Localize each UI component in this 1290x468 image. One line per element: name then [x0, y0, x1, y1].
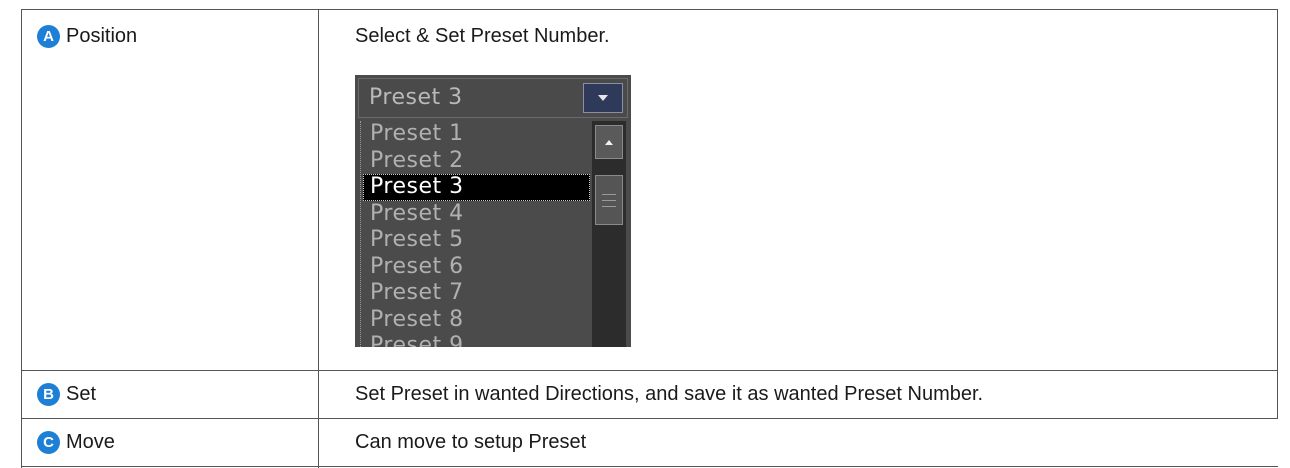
chevron-down-icon: [598, 95, 608, 101]
position-label: Position: [66, 24, 138, 47]
preset-option[interactable]: Preset 1: [361, 121, 591, 148]
preset-option-highlighted[interactable]: Preset 3: [363, 174, 590, 201]
preset-dropdown[interactable]: Preset 3 Preset 1 Preset 2 Preset 3 Pres…: [355, 75, 631, 347]
move-description: Can move to setup Preset: [355, 430, 587, 453]
row-position-label: A Position: [37, 23, 137, 49]
set-label: Set: [66, 382, 97, 405]
badge-a-icon: A: [37, 24, 60, 48]
row-set-label: B Set: [37, 381, 96, 407]
scroll-up-button[interactable]: [595, 125, 623, 159]
chevron-up-icon: [605, 139, 613, 145]
position-description: Select & Set Preset Number.: [355, 24, 610, 47]
move-label: Move: [66, 430, 115, 453]
table-right-border: [1277, 9, 1278, 418]
badge-b-icon: B: [37, 382, 60, 406]
badge-c-icon: C: [37, 430, 60, 454]
set-description: Set Preset in wanted Directions, and sav…: [355, 382, 984, 405]
preset-option[interactable]: Preset 5: [361, 227, 591, 254]
table-row-divider: [21, 418, 1278, 419]
table-row-divider: [21, 370, 1278, 371]
preset-selected-value: Preset 3: [369, 85, 463, 110]
table-row-divider: [21, 466, 1278, 467]
preset-option[interactable]: Preset 8: [361, 307, 591, 334]
preset-option[interactable]: Preset 4: [361, 201, 591, 228]
table-column-divider: [318, 9, 319, 468]
table-left-border: [21, 9, 22, 468]
options-scrollbar[interactable]: [592, 121, 626, 347]
preset-options-list[interactable]: Preset 1 Preset 2 Preset 3 Preset 4 Pres…: [360, 121, 591, 347]
preset-option[interactable]: Preset 9: [361, 333, 591, 347]
row-move-label: C Move: [37, 429, 115, 455]
preset-option[interactable]: Preset 6: [361, 254, 591, 281]
scrollbar-thumb[interactable]: [595, 175, 623, 225]
table-top-border: [21, 9, 1278, 10]
preset-option[interactable]: Preset 7: [361, 280, 591, 307]
preset-option[interactable]: Preset 2: [361, 148, 591, 175]
preset-select[interactable]: Preset 3: [358, 78, 628, 118]
dropdown-toggle-button[interactable]: [583, 83, 623, 113]
